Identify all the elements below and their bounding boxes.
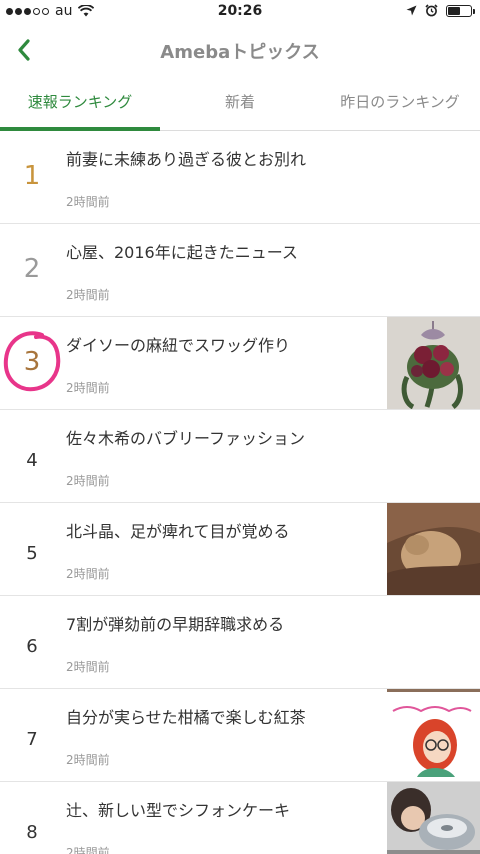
tab-yesterday-ranking[interactable]: 昨日のランキング xyxy=(320,76,480,130)
status-right xyxy=(406,4,475,17)
topic-title: 前妻に未練あり過ぎる彼とお別れ xyxy=(66,150,307,169)
topic-title: ダイソーの麻紐でスワッグ作り xyxy=(66,336,291,355)
rank-number: 2 xyxy=(23,254,41,284)
location-arrow-icon xyxy=(406,5,417,16)
list-item[interactable]: 3 ダイソーの麻紐でスワッグ作り 2時間前 xyxy=(0,317,480,410)
swag-wreath-image xyxy=(387,317,480,409)
tab-new[interactable]: 新着 xyxy=(160,76,320,130)
topic-time: 2時間前 xyxy=(66,753,110,767)
rank-number: 1 xyxy=(23,161,41,191)
topic-thumbnail xyxy=(387,689,480,781)
page-title: Amebaトピックス xyxy=(160,42,320,63)
battery-icon xyxy=(446,4,475,17)
list-item[interactable]: 5 北斗晶、足が痺れて目が覚める 2時間前 xyxy=(0,503,480,596)
topic-thumbnail xyxy=(387,782,480,854)
topic-thumbnail xyxy=(387,317,480,409)
rank-number: 7 xyxy=(26,729,38,750)
topic-title: 佐々木希のバブリーファッション xyxy=(66,429,306,448)
illustration-girl-image xyxy=(387,689,480,781)
ranking-list: 1 前妻に未練あり過ぎる彼とお別れ 2時間前 2 心屋、2016年に起きたニュー… xyxy=(0,131,480,854)
topic-time: 2時間前 xyxy=(66,288,110,302)
topic-title: 7割が弾劾前の早期辞職求める xyxy=(66,615,285,634)
alarm-clock-icon xyxy=(425,4,438,17)
rank-number: 8 xyxy=(26,822,38,843)
topic-title: 辻、新しい型でシフォンケーキ xyxy=(66,801,291,820)
rank-number: 5 xyxy=(26,543,38,564)
rank-number: 6 xyxy=(26,636,38,657)
rank-number: 4 xyxy=(26,450,38,471)
topic-title: 心屋、2016年に起きたニュース xyxy=(66,243,298,262)
chiffon-cake-photo-image xyxy=(387,782,480,854)
list-item[interactable]: 2 心屋、2016年に起きたニュース 2時間前 xyxy=(0,224,480,317)
list-item[interactable]: 8 辻、新しい型でシフォンケーキ 2時間前 xyxy=(0,782,480,854)
tab-breaking-ranking[interactable]: 速報ランキング xyxy=(0,76,160,131)
list-item[interactable]: 7 自分が実らせた柑橘で楽しむ紅茶 2時間前 xyxy=(0,689,480,782)
topic-time: 2時間前 xyxy=(66,474,110,488)
topic-time: 2時間前 xyxy=(66,567,110,581)
topic-title: 自分が実らせた柑橘で楽しむ紅茶 xyxy=(66,708,306,727)
navigation-bar: Amebaトピックス xyxy=(0,24,480,76)
list-item[interactable]: 4 佐々木希のバブリーファッション 2時間前 xyxy=(0,410,480,503)
topic-time: 2時間前 xyxy=(66,846,110,854)
list-item[interactable]: 6 7割が弾劾前の早期辞職求める 2時間前 xyxy=(0,596,480,689)
topic-title: 北斗晶、足が痺れて目が覚める xyxy=(66,522,290,541)
tab-bar: 速報ランキング 新着 昨日のランキング xyxy=(0,76,480,131)
topic-time: 2時間前 xyxy=(66,660,110,674)
status-bar: au 20:26 xyxy=(0,0,480,24)
dog-photo-image xyxy=(387,503,480,595)
rank-number: 3 xyxy=(23,347,41,377)
topic-time: 2時間前 xyxy=(66,381,110,395)
topic-thumbnail xyxy=(387,503,480,595)
list-item[interactable]: 1 前妻に未練あり過ぎる彼とお別れ 2時間前 xyxy=(0,131,480,224)
topic-time: 2時間前 xyxy=(66,195,110,209)
